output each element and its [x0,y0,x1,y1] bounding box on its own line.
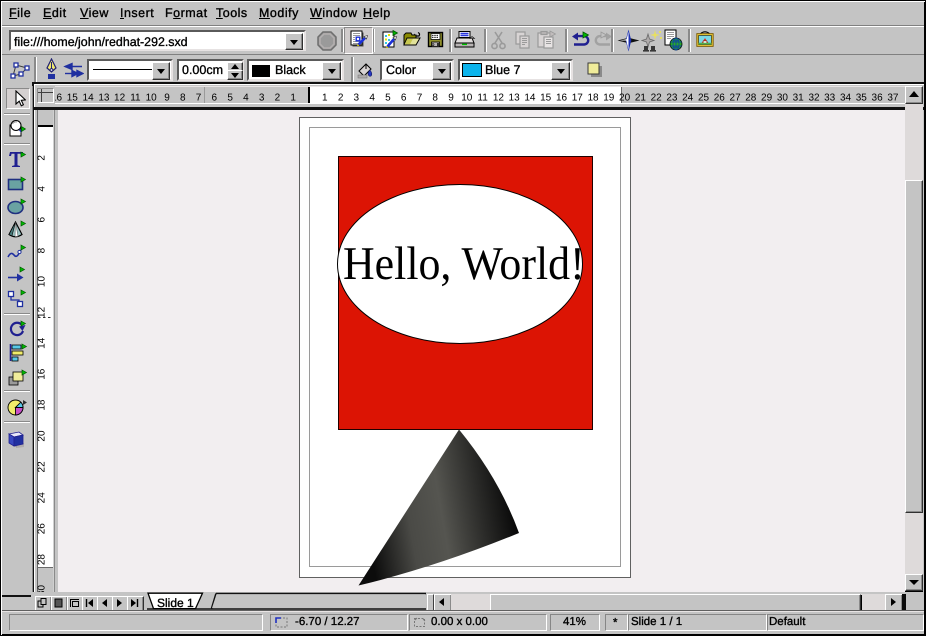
svg-text:27: 27 [730,93,742,104]
svg-text:16: 16 [55,93,62,104]
svg-text:33: 33 [824,93,836,104]
svg-text:12: 12 [493,93,505,104]
svg-text:15: 15 [540,93,552,104]
svg-text:14: 14 [37,337,48,349]
svg-text:14: 14 [83,93,95,104]
svg-text:30: 30 [37,585,48,592]
svg-text:5: 5 [385,93,391,104]
svg-text:24: 24 [682,93,694,104]
svg-text:19: 19 [603,93,615,104]
svg-text:8: 8 [432,93,438,104]
svg-text:20: 20 [37,430,48,442]
svg-text:1: 1 [290,93,296,104]
svg-text:11: 11 [130,93,141,104]
svg-text:7: 7 [417,93,423,104]
svg-text:35: 35 [856,93,868,104]
svg-text:32: 32 [808,93,820,104]
svg-text:24: 24 [37,492,48,504]
svg-text:15: 15 [67,93,79,104]
svg-text:17: 17 [572,93,584,104]
svg-text:12: 12 [114,93,126,104]
svg-text:36: 36 [872,93,884,104]
svg-text:22: 22 [37,461,48,473]
svg-text:7: 7 [196,93,202,104]
svg-text:28: 28 [37,554,48,566]
svg-text:31: 31 [793,93,805,104]
svg-text:14: 14 [524,93,536,104]
svg-text:13: 13 [509,93,521,104]
svg-text:26: 26 [37,523,48,535]
svg-text:3: 3 [259,93,265,104]
svg-text:10: 10 [146,93,158,104]
svg-text:34: 34 [840,93,852,104]
svg-text:10: 10 [37,276,48,288]
svg-text:9: 9 [448,93,454,104]
svg-text:30: 30 [777,93,789,104]
svg-text:16: 16 [556,93,568,104]
svg-text:16: 16 [37,368,48,380]
svg-text:4: 4 [243,93,249,104]
svg-text:13: 13 [98,93,110,104]
svg-text:6: 6 [212,93,218,104]
svg-text:28: 28 [745,93,757,104]
svg-text:4: 4 [37,186,48,192]
svg-text:10: 10 [461,93,473,104]
svg-text:37: 37 [887,93,899,104]
svg-text:5: 5 [227,93,233,104]
svg-text:20: 20 [619,93,631,104]
svg-text:22: 22 [651,93,663,104]
svg-text:21: 21 [635,93,647,104]
svg-text:4: 4 [369,93,375,104]
svg-text:2: 2 [338,93,344,104]
svg-text:29: 29 [761,93,773,104]
svg-text:18: 18 [37,399,48,411]
svg-text:18: 18 [587,93,599,104]
svg-text:8: 8 [180,93,186,104]
svg-text:11: 11 [477,93,488,104]
svg-text:9: 9 [164,93,170,104]
svg-text:6: 6 [37,216,48,222]
svg-text:2: 2 [37,155,48,161]
svg-text:26: 26 [714,93,726,104]
svg-text:1: 1 [322,93,328,104]
svg-text:6: 6 [401,93,407,104]
svg-text:12: 12 [37,306,48,318]
svg-text:25: 25 [698,93,710,104]
svg-text:23: 23 [666,93,678,104]
svg-text:2: 2 [275,93,281,104]
svg-text:8: 8 [37,247,48,253]
svg-text:3: 3 [354,93,360,104]
